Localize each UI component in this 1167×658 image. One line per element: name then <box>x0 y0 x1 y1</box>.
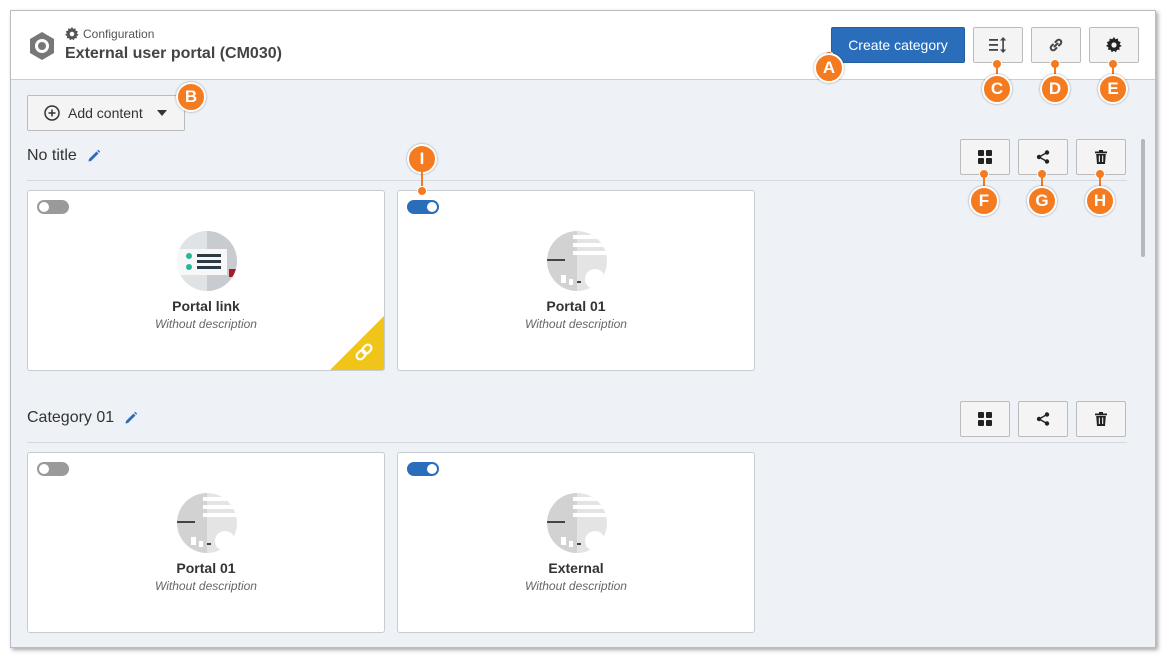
portal-toggle[interactable] <box>37 200 69 214</box>
section-share-button[interactable] <box>1018 401 1068 437</box>
section-divider <box>27 442 1127 443</box>
page-title: External user portal (CM030) <box>65 45 282 62</box>
portal-toggle[interactable] <box>407 200 439 214</box>
callout-d: D <box>1040 74 1070 104</box>
link-icon <box>1049 38 1063 52</box>
add-content-label: Add content <box>68 105 143 121</box>
portal-toggle[interactable] <box>407 462 439 476</box>
portal-card[interactable]: Portal 01 Without description <box>27 452 385 633</box>
create-category-button[interactable]: Create category <box>831 27 965 63</box>
callout-a: A <box>814 53 844 83</box>
portal-thumbnail-icon <box>177 493 237 553</box>
breadcrumb-label[interactable]: Configuration <box>83 27 154 41</box>
section-layout-button[interactable] <box>960 401 1010 437</box>
callout-g: G <box>1027 186 1057 216</box>
settings-button[interactable] <box>1089 27 1139 63</box>
app-logo-icon <box>30 32 54 60</box>
portal-name: Portal 01 <box>546 298 606 314</box>
section-title: No title <box>27 147 101 165</box>
gear-icon <box>1106 37 1122 53</box>
portal-card[interactable]: Portal link Without description <box>27 190 385 371</box>
plus-circle-icon <box>44 105 60 121</box>
portal-thumbnail-icon <box>547 493 607 553</box>
callout-c: C <box>982 74 1012 104</box>
portal-card[interactable]: Portal 01 Without description <box>397 190 755 371</box>
section-divider <box>27 180 1127 181</box>
grid-icon <box>978 412 992 426</box>
callout-line <box>1041 173 1043 187</box>
share-icon <box>1036 150 1050 164</box>
vertical-scrollbar[interactable] <box>1141 139 1145 257</box>
portal-thumbnail-icon <box>547 231 607 291</box>
callout-line <box>983 173 985 187</box>
breadcrumb: Configuration <box>65 27 154 41</box>
callout-f: F <box>969 186 999 216</box>
page-header: Configuration External user portal (CM03… <box>11 11 1155 80</box>
callout-i: I <box>407 144 437 174</box>
portal-toggle[interactable] <box>37 462 69 476</box>
sort-button[interactable] <box>973 27 1023 63</box>
portal-description: Without description <box>525 317 627 331</box>
portal-card[interactable]: External Without description <box>397 452 755 633</box>
callout-pointer <box>417 186 427 196</box>
link-portal-thumbnail-icon <box>177 231 237 291</box>
section-delete-button[interactable] <box>1076 401 1126 437</box>
share-icon <box>1036 412 1050 426</box>
sort-icon <box>989 37 1007 53</box>
grid-icon <box>978 150 992 164</box>
add-content-button[interactable]: Add content <box>27 95 185 131</box>
portal-name: External <box>548 560 604 576</box>
trash-icon <box>1095 150 1107 164</box>
callout-line <box>1099 173 1101 187</box>
portal-name: Portal link <box>172 298 240 314</box>
caret-down-icon <box>156 110 167 116</box>
section-title-text: Category 01 <box>27 409 115 426</box>
trash-icon <box>1095 412 1107 426</box>
edit-icon[interactable] <box>87 149 101 163</box>
link-badge-icon <box>330 316 384 370</box>
edit-icon[interactable] <box>124 411 138 425</box>
portal-name: Portal 01 <box>176 560 236 576</box>
portal-description: Without description <box>155 579 257 593</box>
gear-icon <box>65 27 79 41</box>
link-button[interactable] <box>1031 27 1081 63</box>
callout-e: E <box>1098 74 1128 104</box>
callout-b: B <box>176 82 206 112</box>
section-title: Category 01 <box>27 409 138 427</box>
callout-h: H <box>1085 186 1115 216</box>
portal-description: Without description <box>525 579 627 593</box>
section-title-text: No title <box>27 147 77 164</box>
